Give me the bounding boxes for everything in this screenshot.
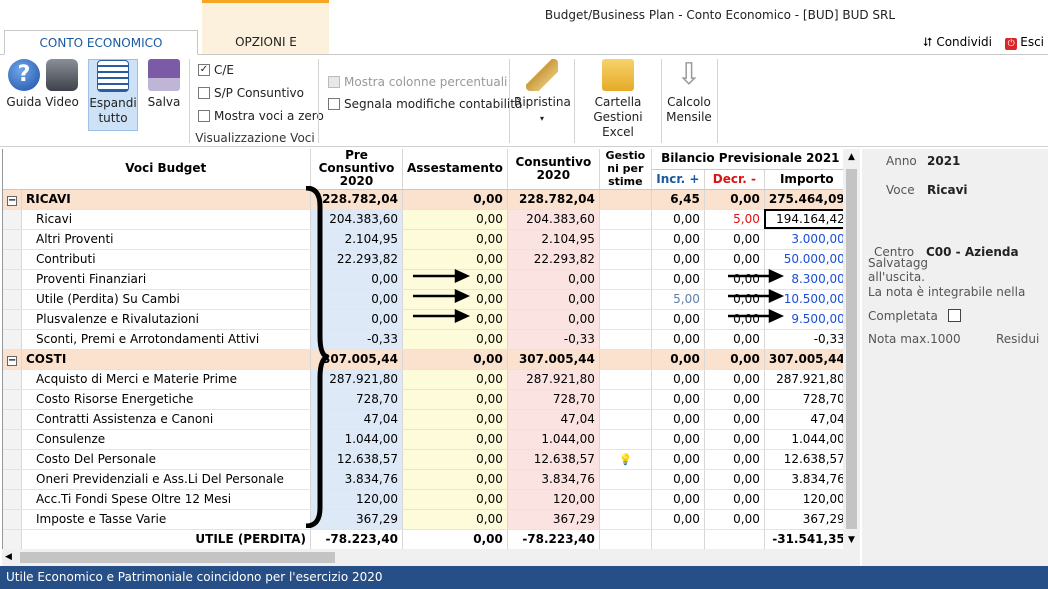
completata-label: Completata: [868, 309, 938, 323]
nota-max-label: Nota max.1000: [868, 332, 961, 346]
horizontal-scrollbar[interactable]: ◀: [2, 549, 860, 566]
voce-value: Ricavi: [927, 183, 968, 197]
note-line-3: La nota è integrabile nella: [868, 285, 1026, 299]
scroll-up-icon[interactable]: ▲: [843, 149, 860, 166]
anno-label: Anno: [886, 154, 917, 168]
centro-value: C00 - Azienda: [926, 245, 1019, 259]
anno-value: 2021: [927, 154, 961, 168]
horizontal-scroll-thumb[interactable]: [20, 552, 335, 563]
scroll-down-icon[interactable]: ▼: [843, 532, 860, 549]
vertical-scroll-thumb[interactable]: [846, 169, 857, 529]
scroll-left-icon[interactable]: ◀: [5, 549, 12, 566]
voce-label: Voce: [886, 183, 915, 197]
completata-checkbox[interactable]: [948, 309, 961, 322]
status-bar: Utile Economico e Patrimoniale coincidon…: [0, 566, 1048, 589]
detail-panel: Anno 2021 Voce Ricavi Centro C00 - Azien…: [862, 149, 1048, 566]
note-line-1: Salvatagg: [868, 256, 929, 270]
vertical-scrollbar[interactable]: ▲ ▼: [843, 149, 860, 549]
note-line-2: all'uscita.: [868, 270, 925, 284]
residui-label: Residui: [996, 332, 1040, 346]
